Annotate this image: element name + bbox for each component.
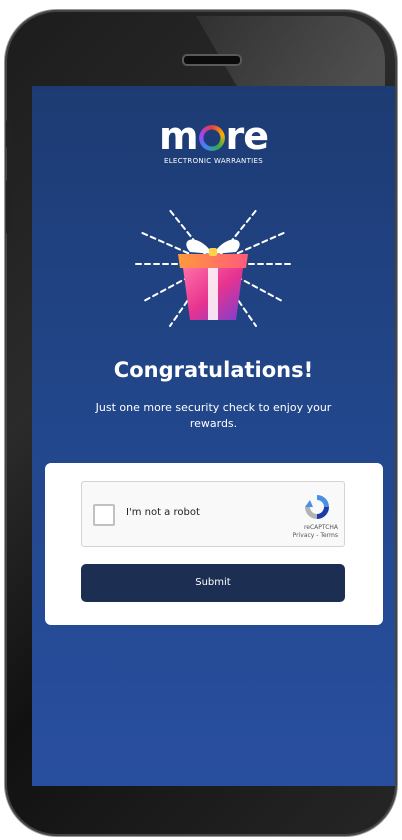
logo-wordmark: m re xyxy=(158,114,269,158)
submit-button[interactable]: Submit xyxy=(81,564,345,602)
recaptcha-label: I'm not a robot xyxy=(126,507,200,518)
recaptcha-checkbox[interactable] xyxy=(93,504,115,526)
logo-tagline: ELECTRONIC WARRANTIES xyxy=(164,157,263,165)
gift-icon xyxy=(131,207,295,327)
phone-reflection xyxy=(196,16,385,88)
recaptcha-brand: reCAPTCHA Privacy - Terms xyxy=(292,524,338,540)
recaptcha-links[interactable]: Privacy - Terms xyxy=(293,532,338,540)
recaptcha-widget: I'm not a robot reCAPTCHA Privacy - Term… xyxy=(81,481,345,547)
recaptcha-icon xyxy=(305,495,329,519)
earpiece-speaker xyxy=(182,54,242,66)
phone-frame: m re ELECTRONIC WARRANTIES Congratulatio… xyxy=(5,10,397,836)
app-screen: m re ELECTRONIC WARRANTIES Congratulatio… xyxy=(32,86,395,786)
verification-card: I'm not a robot reCAPTCHA Privacy - Term… xyxy=(45,463,383,625)
page-title: Congratulations! xyxy=(113,358,314,382)
page-subtitle: Just one more security check to enjoy yo… xyxy=(95,401,332,430)
side-button xyxy=(6,180,12,234)
brand-logo: m re ELECTRONIC WARRANTIES xyxy=(32,116,395,165)
logo-ring-icon xyxy=(198,125,225,151)
side-button xyxy=(6,120,12,148)
